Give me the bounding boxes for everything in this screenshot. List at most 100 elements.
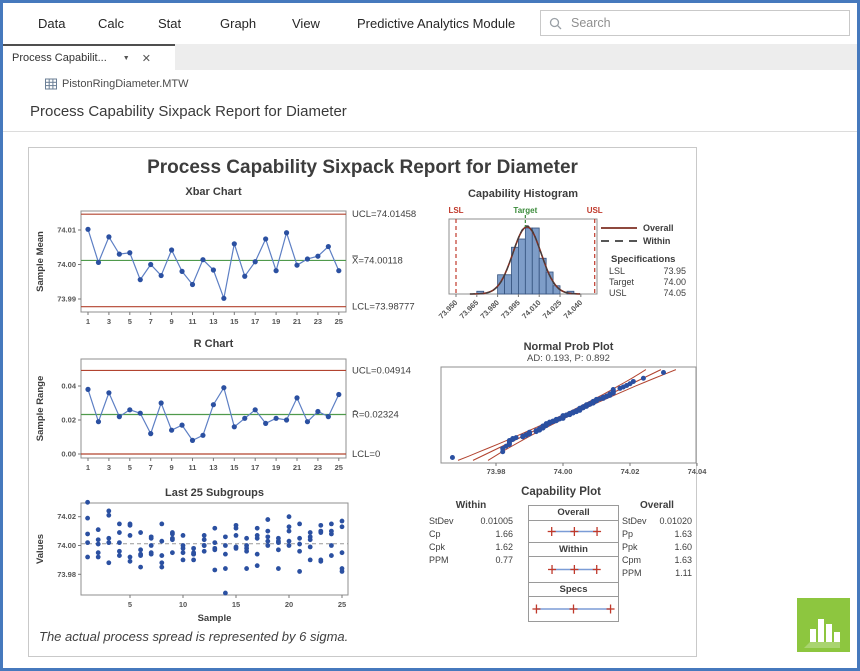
- interval-specs: [528, 596, 619, 622]
- menu-stat[interactable]: Stat: [158, 16, 181, 31]
- capability-plot[interactable]: Capability Plot Within StDev0.01005Cp1.6…: [423, 484, 699, 656]
- data-point: [244, 549, 249, 554]
- x-tick-label: 7: [149, 317, 153, 326]
- data-point: [244, 566, 249, 571]
- data-point: [117, 553, 122, 558]
- data-point: [127, 250, 132, 255]
- x-tick-label: 5: [128, 317, 132, 326]
- data-point: [294, 263, 299, 268]
- tab-caret-icon[interactable]: ▼: [123, 55, 130, 62]
- data-point: [106, 234, 111, 239]
- data-point: [96, 537, 101, 542]
- data-point: [223, 534, 228, 539]
- xbar-chart[interactable]: Xbar ChartSample Mean74.0174.0073.991357…: [29, 184, 484, 334]
- data-point: [223, 566, 228, 571]
- data-point: [340, 566, 345, 571]
- data-point: [276, 547, 281, 552]
- divider: [3, 131, 857, 132]
- output-tab[interactable]: Process Capabilit... ▼ ✕: [3, 44, 175, 70]
- data-point: [255, 552, 260, 557]
- x-tick-label: 73.980: [478, 298, 501, 321]
- chart-title: Last 25 Subgroups: [165, 487, 264, 499]
- app-window: Data Calc Stat Graph View Predictive Ana…: [0, 0, 860, 671]
- data-point: [287, 543, 292, 548]
- stat-row: StDev0.01020: [622, 515, 692, 528]
- interval-label-overall: Overall: [528, 505, 619, 521]
- tab-bar: Process Capabilit... ▼ ✕: [3, 44, 857, 70]
- data-point: [191, 546, 196, 551]
- search-input[interactable]: [569, 15, 849, 31]
- data-point: [200, 433, 205, 438]
- limit-label: UCL=74.01458: [352, 209, 416, 220]
- data-point: [287, 524, 292, 529]
- limit-label: LCL=73.98777: [352, 302, 415, 313]
- within-stats-rows: StDev0.01005Cp1.66Cpk1.62PPM0.77: [429, 515, 513, 567]
- data-point: [336, 392, 341, 397]
- data-point: [232, 241, 237, 246]
- data-point: [159, 273, 164, 278]
- tab-close-icon[interactable]: ✕: [142, 52, 151, 65]
- data-point: [326, 414, 331, 419]
- data-point: [138, 547, 143, 552]
- menu-graph[interactable]: Graph: [220, 16, 256, 31]
- menu-data[interactable]: Data: [38, 16, 65, 31]
- r-chart[interactable]: R ChartSample Range0.040.020.00135791113…: [29, 334, 484, 480]
- data-point: [179, 423, 184, 428]
- y-tick-label: 74.01: [57, 226, 76, 235]
- normal-prob-plot[interactable]: Normal Prob PlotAD: 0.193, P: 0.89273.98…: [419, 338, 704, 488]
- data-point: [297, 542, 302, 547]
- data-point: [212, 568, 217, 573]
- menu-view[interactable]: View: [292, 16, 320, 31]
- data-point: [169, 428, 174, 433]
- data-point: [234, 545, 239, 550]
- menu-calc[interactable]: Calc: [98, 16, 124, 31]
- data-point: [117, 540, 122, 545]
- stat-row: PPM 1.11: [622, 567, 692, 580]
- data-point: [159, 539, 164, 544]
- x-tick-label: 10: [179, 600, 187, 609]
- data-point: [85, 516, 90, 521]
- stat-label: PPM: [429, 554, 449, 567]
- data-point: [326, 244, 331, 249]
- data-point: [85, 532, 90, 537]
- stat-value: 1.66: [495, 528, 513, 541]
- data-point: [117, 530, 122, 535]
- stat-row: StDev0.01005: [429, 515, 513, 528]
- y-tick-label: 0.04: [61, 382, 76, 391]
- data-point: [450, 455, 455, 460]
- stat-label: PPM: [622, 567, 642, 580]
- stat-label: StDev: [622, 515, 647, 528]
- legend-overall: Overall: [643, 223, 674, 233]
- y-tick-label: 74.00: [57, 541, 76, 550]
- last-25-subgroups-chart[interactable]: Last 25 SubgroupsValues74.0274.0073.9851…: [29, 484, 484, 634]
- data-point: [128, 523, 133, 528]
- data-point: [232, 424, 237, 429]
- data-point: [221, 385, 226, 390]
- spec-value: 74.00: [663, 277, 686, 287]
- worksheet-row[interactable]: PistonRingDiameter.MTW: [45, 77, 189, 91]
- data-point: [265, 534, 270, 539]
- within-stats-block: Within StDev0.01005Cp1.66Cpk1.62PPM0.77: [429, 500, 513, 567]
- capability-histogram[interactable]: Capability HistogramLSLTargetUSL73.95073…: [423, 184, 699, 354]
- data-point: [190, 438, 195, 443]
- data-point: [297, 569, 302, 574]
- data-point: [170, 537, 175, 542]
- search-box[interactable]: [540, 10, 850, 36]
- minitab-graph-icon[interactable]: [797, 598, 850, 652]
- stat-row: Ppk 1.60: [622, 541, 692, 554]
- menu-predictive-analytics-module[interactable]: Predictive Analytics Module: [357, 16, 515, 31]
- x-axis-title: Sample: [198, 613, 232, 624]
- data-point: [265, 517, 270, 522]
- stat-value: 1.11: [675, 567, 692, 580]
- report-canvas[interactable]: Process Capability Sixpack Report for Di…: [28, 147, 697, 657]
- stat-label: Ppk: [622, 541, 638, 554]
- x-tick-label: 74.010: [520, 298, 543, 321]
- stat-value: 1.60: [674, 541, 692, 554]
- x-tick-label: 21: [293, 317, 301, 326]
- data-point: [318, 523, 323, 528]
- x-tick-label: 11: [189, 317, 197, 326]
- histogram-bar: [505, 275, 512, 294]
- stat-label: Pp: [622, 528, 633, 541]
- lsl-label: LSL: [448, 206, 463, 215]
- data-point: [340, 550, 345, 555]
